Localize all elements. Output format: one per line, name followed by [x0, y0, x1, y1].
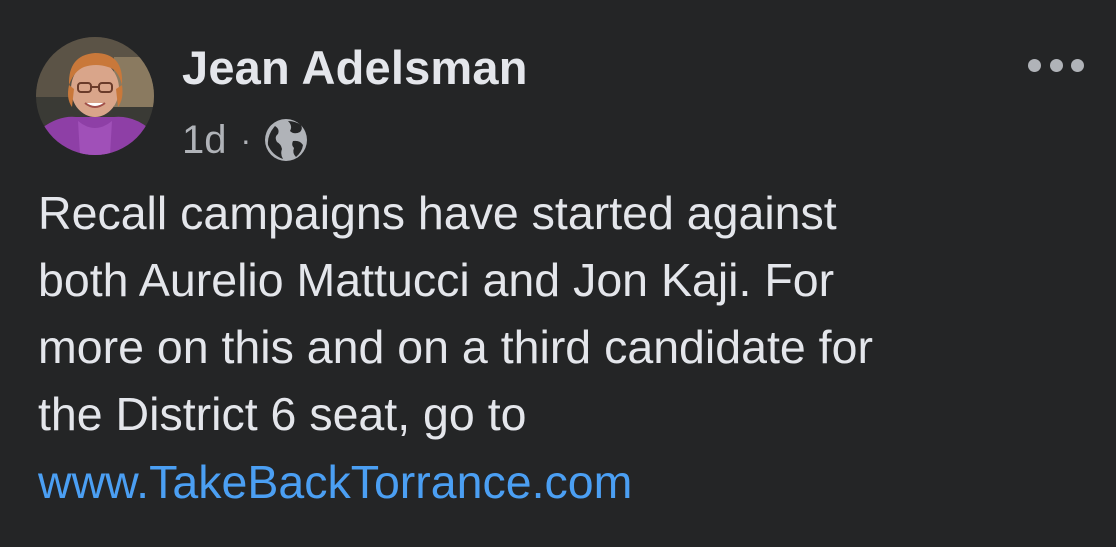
- more-dot: [1049, 58, 1063, 72]
- post-meta: 1d ·: [182, 115, 309, 165]
- globe-icon[interactable]: [263, 117, 309, 163]
- more-dot: [1071, 58, 1084, 72]
- post-timestamp[interactable]: 1d: [182, 118, 227, 163]
- author-avatar[interactable]: [36, 37, 154, 155]
- meta-separator: ·: [240, 121, 252, 158]
- post-card: Jean Adelsman 1d · Recall campaigns have…: [0, 0, 1116, 547]
- more-dot: [1028, 58, 1041, 72]
- avatar-photo: [36, 37, 154, 155]
- more-options-icon[interactable]: [1028, 52, 1084, 78]
- author-name[interactable]: Jean Adelsman: [182, 40, 528, 95]
- post-body-text: Recall campaigns have started against bo…: [38, 187, 873, 440]
- post-link[interactable]: www.TakeBackTorrance.com: [38, 449, 632, 516]
